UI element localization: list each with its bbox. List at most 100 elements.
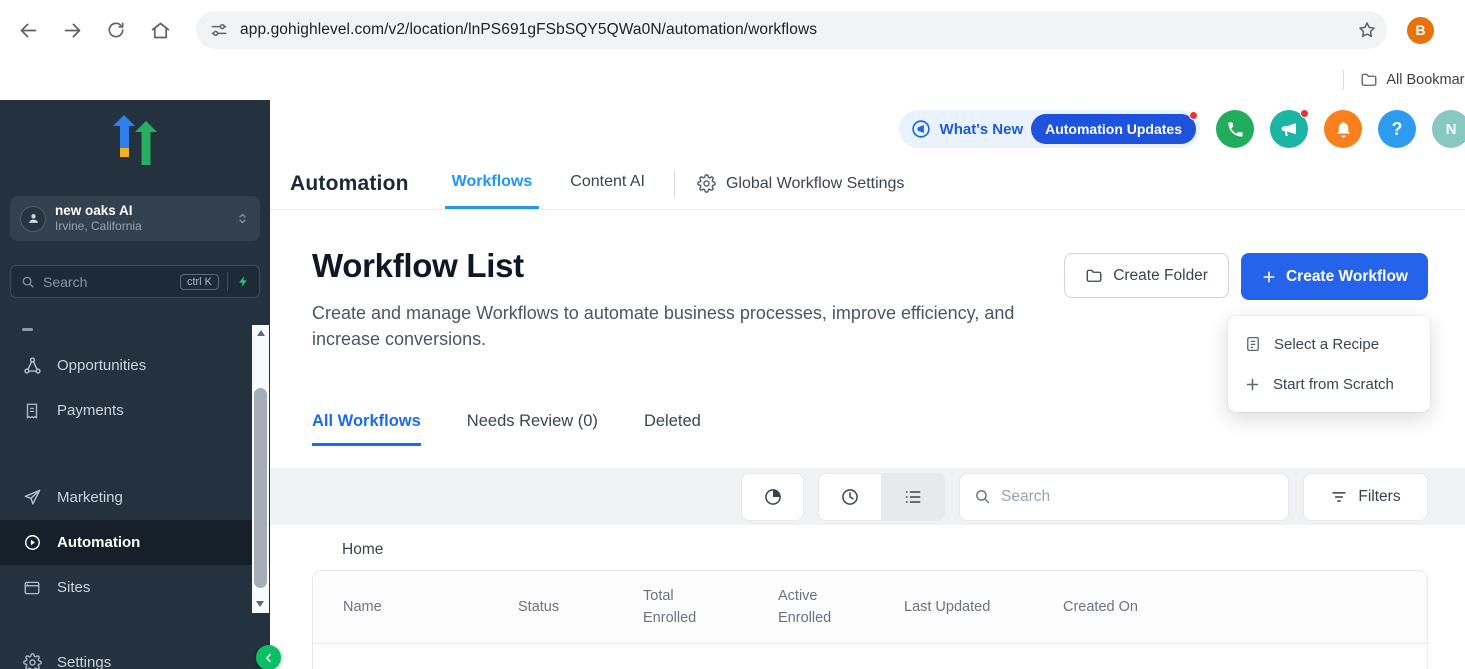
bookmarks-divider [1343, 70, 1344, 90]
tab-deleted[interactable]: Deleted [644, 412, 701, 446]
section-title: Automation [290, 158, 409, 209]
column-status: Status [518, 596, 643, 618]
sidebar-item-label: Settings [57, 654, 111, 669]
sidebar-item-automation[interactable]: Automation [0, 520, 270, 565]
browser-profile-avatar[interactable]: B [1407, 17, 1434, 44]
gear-icon [697, 174, 716, 193]
sidebar-item-marketing[interactable]: Marketing [0, 475, 270, 520]
page-subtitle: Create and manage Workflows to automate … [312, 300, 1017, 352]
refresh-button[interactable] [96, 10, 136, 50]
location-name: new oaks AI [55, 203, 142, 220]
tab-content-ai[interactable]: Content AI [563, 158, 652, 209]
sidebar-item-sites[interactable]: Sites [0, 565, 270, 610]
megaphone-icon [1280, 120, 1299, 139]
sidebar-item-payments[interactable]: Payments [0, 388, 270, 433]
automation-updates-badge[interactable]: Automation Updates [1031, 114, 1196, 144]
location-city: Irvine, California [55, 219, 142, 234]
bookmarks-bar: All Bookmarks [0, 60, 1465, 100]
view-toggle-group [818, 473, 945, 521]
column-active-enrolled: Active Enrolled [778, 585, 904, 630]
search-icon [974, 488, 991, 505]
list-view-button[interactable] [881, 474, 944, 520]
back-button[interactable] [8, 10, 48, 50]
notifications-button[interactable] [1324, 110, 1362, 148]
help-button[interactable]: ? [1378, 110, 1416, 148]
scrollbar-thumb[interactable] [254, 388, 267, 588]
global-workflow-settings-link[interactable]: Global Workflow Settings [697, 158, 904, 209]
location-switcher[interactable]: new oaks AI Irvine, California [10, 196, 260, 241]
phone-button[interactable] [1216, 110, 1254, 148]
home-button[interactable] [140, 10, 180, 50]
user-avatar[interactable]: N [1432, 110, 1465, 148]
column-name: Name [343, 596, 518, 618]
plus-icon [1261, 269, 1277, 285]
automation-updates-label: Automation Updates [1045, 121, 1182, 137]
table-header-row: Name Status Total Enrolled Active Enroll… [313, 571, 1427, 644]
tab-content-ai-label: Content AI [570, 173, 645, 191]
bookmark-star-icon[interactable] [1357, 20, 1377, 40]
sidebar-item-label: Sites [57, 579, 90, 596]
scrollbar-down-arrow[interactable] [256, 601, 264, 607]
sidebar-item-label: Automation [57, 534, 140, 551]
column-total-enrolled: Total Enrolled [643, 585, 778, 630]
sidebar-item-opportunities[interactable]: Opportunities [0, 343, 270, 388]
sidebar-collapse-button[interactable] [256, 645, 281, 669]
main-content: What's New Automation Updates ? N Automa… [270, 100, 1465, 669]
filter-icon [1330, 488, 1348, 506]
announcements-button[interactable] [1270, 110, 1308, 148]
sidebar-search-input[interactable] [43, 274, 180, 290]
sidebar: new oaks AI Irvine, California ctrl K [0, 100, 270, 669]
workflow-list-tabs: All Workflows Needs Review (0) Deleted [312, 412, 701, 446]
forward-button[interactable] [52, 10, 92, 50]
url-text[interactable]: app.gohighlevel.com/v2/location/lnPS691g… [240, 21, 1357, 39]
menu-item-select-recipe[interactable]: Select a Recipe [1228, 324, 1430, 364]
back-arrow-icon [18, 20, 39, 41]
opportunities-icon [22, 356, 42, 375]
folder-icon [1085, 267, 1103, 285]
chevron-updown-icon [235, 211, 250, 226]
workflow-search[interactable] [959, 473, 1289, 521]
sidebar-item-label: Marketing [57, 489, 123, 506]
marketing-icon [22, 488, 42, 507]
clock-icon [840, 487, 860, 507]
bell-icon [1334, 120, 1353, 139]
sidebar-item-settings[interactable]: Settings [0, 640, 270, 669]
sidebar-menu: Opportunities Payments Marketing Automat [0, 343, 270, 610]
filters-button[interactable]: Filters [1303, 473, 1428, 521]
tab-all-workflows[interactable]: All Workflows [312, 412, 421, 446]
execution-stats-button[interactable] [741, 473, 804, 521]
sidebar-scrollbar[interactable] [252, 325, 269, 613]
create-workflow-menu: Select a Recipe Start from Scratch [1228, 316, 1430, 412]
site-info-icon[interactable] [209, 20, 229, 40]
home-icon [150, 20, 171, 41]
create-workflow-button[interactable]: Create Workflow [1241, 253, 1428, 300]
browser-toolbar: app.gohighlevel.com/v2/location/lnPS691g… [0, 0, 1465, 60]
whats-new-label[interactable]: What's New [940, 121, 1024, 138]
column-created-on: Created On [1063, 596, 1427, 618]
sidebar-item-label: Opportunities [57, 357, 146, 374]
scrollbar-up-arrow[interactable] [257, 330, 265, 336]
address-bar[interactable]: app.gohighlevel.com/v2/location/lnPS691g… [196, 11, 1387, 49]
app-logo-icon [0, 115, 270, 165]
quick-actions-bolt-icon[interactable] [237, 275, 250, 288]
create-folder-button[interactable]: Create Folder [1064, 253, 1229, 298]
enrollment-history-button[interactable] [819, 474, 881, 520]
search-divider [227, 272, 228, 291]
workflow-search-input[interactable] [1001, 488, 1274, 506]
plus-icon [1244, 376, 1261, 393]
gear-icon [22, 653, 42, 669]
sidebar-item-label: Payments [57, 402, 124, 419]
create-workflow-label: Create Workflow [1286, 268, 1408, 286]
menu-item-start-from-scratch[interactable]: Start from Scratch [1228, 364, 1430, 404]
breadcrumb-home[interactable]: Home [342, 541, 383, 559]
workflow-table: Name Status Total Enrolled Active Enroll… [312, 570, 1428, 669]
all-bookmarks-label[interactable]: All Bookmarks [1386, 72, 1465, 88]
tab-needs-review[interactable]: Needs Review (0) [467, 412, 598, 446]
whats-new-group[interactable]: What's New Automation Updates [899, 110, 1200, 148]
global-workflow-settings-label: Global Workflow Settings [726, 175, 904, 193]
tab-workflows[interactable]: Workflows [445, 158, 540, 209]
phone-icon [1226, 120, 1245, 139]
sidebar-search[interactable]: ctrl K [10, 265, 260, 298]
chevron-left-icon [262, 651, 276, 665]
refresh-icon [106, 20, 126, 40]
